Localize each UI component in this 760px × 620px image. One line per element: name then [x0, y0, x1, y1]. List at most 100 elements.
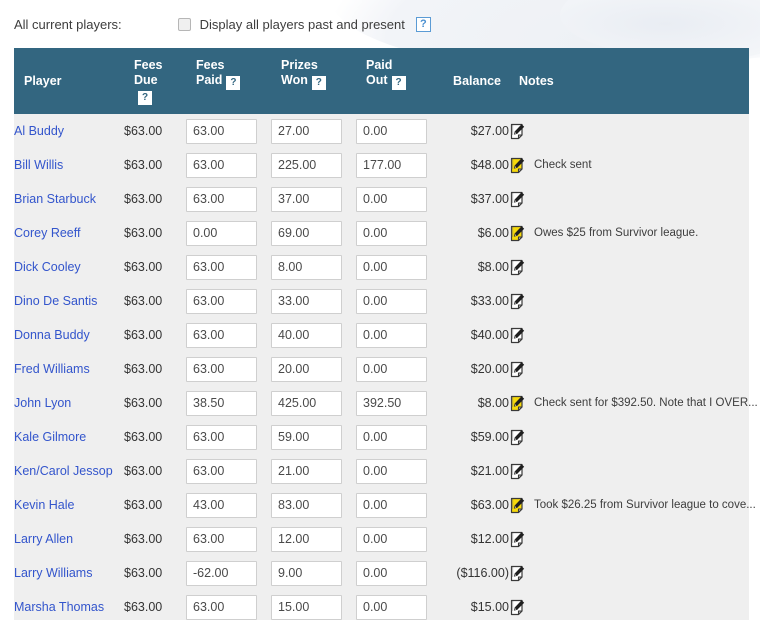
column-header-balance[interactable]: Balance — [441, 48, 509, 114]
note-empty-icon[interactable] — [509, 599, 526, 616]
paid-out-input[interactable] — [356, 152, 427, 178]
help-question-icon[interactable]: ? — [391, 76, 406, 90]
note-empty-icon[interactable] — [509, 327, 526, 344]
player-link[interactable]: Kevin Hale — [14, 498, 74, 512]
paid-out-input[interactable] — [356, 220, 427, 246]
table-row: Al Buddy $63.00 $27.00 — [14, 114, 749, 148]
note-empty-icon[interactable] — [509, 293, 526, 310]
paid-out-input[interactable] — [356, 118, 427, 144]
help-question-icon[interactable]: ? — [226, 76, 241, 90]
note-empty-icon[interactable] — [509, 429, 526, 446]
note-filled-icon[interactable] — [509, 395, 526, 412]
fees-paid-input[interactable] — [186, 560, 257, 586]
paid-out-input[interactable] — [356, 254, 427, 280]
note-filled-icon[interactable] — [509, 225, 526, 242]
paid-out-cell — [356, 148, 441, 182]
note-filled-icon[interactable] — [509, 497, 526, 514]
fees-paid-input[interactable] — [186, 390, 257, 416]
player-link[interactable]: Larry Allen — [14, 532, 73, 546]
paid-out-input[interactable] — [356, 186, 427, 212]
fees-paid-input[interactable] — [186, 424, 257, 450]
note-empty-icon[interactable] — [509, 259, 526, 276]
balance-value: $40.00 — [441, 318, 509, 352]
paid-out-input[interactable] — [356, 390, 427, 416]
prizes-won-input[interactable] — [271, 220, 342, 246]
fees-paid-input[interactable] — [186, 220, 257, 246]
prizes-won-input[interactable] — [271, 594, 342, 620]
prizes-won-input[interactable] — [271, 254, 342, 280]
fees-paid-input[interactable] — [186, 458, 257, 484]
player-cell: Larry Williams — [14, 556, 124, 590]
paid-out-input[interactable] — [356, 458, 427, 484]
prizes-won-input[interactable] — [271, 560, 342, 586]
note-empty-icon[interactable] — [509, 463, 526, 480]
player-link[interactable]: Marsha Thomas — [14, 600, 104, 614]
paid-out-input[interactable] — [356, 526, 427, 552]
player-link[interactable]: Donna Buddy — [14, 328, 90, 342]
fees-paid-input[interactable] — [186, 594, 257, 620]
note-filled-icon[interactable] — [509, 157, 526, 174]
fees-paid-input[interactable] — [186, 152, 257, 178]
prizes-won-cell — [271, 522, 356, 556]
fees-paid-input[interactable] — [186, 118, 257, 144]
paid-out-input[interactable] — [356, 492, 427, 518]
paid-out-input[interactable] — [356, 424, 427, 450]
player-link[interactable]: Dino De Santis — [14, 294, 97, 308]
player-link[interactable]: Al Buddy — [14, 124, 64, 138]
fees-paid-input[interactable] — [186, 322, 257, 348]
player-link[interactable]: Kale Gilmore — [14, 430, 86, 444]
player-link[interactable]: Corey Reeff — [14, 226, 80, 240]
fees-paid-input[interactable] — [186, 254, 257, 280]
prizes-won-input[interactable] — [271, 458, 342, 484]
player-link[interactable]: Fred Williams — [14, 362, 90, 376]
prizes-won-cell — [271, 454, 356, 488]
column-header-notes[interactable]: Notes — [509, 48, 749, 114]
player-link[interactable]: John Lyon — [14, 396, 71, 410]
fees-paid-input[interactable] — [186, 186, 257, 212]
player-cell: Kevin Hale — [14, 488, 124, 522]
fees-paid-input[interactable] — [186, 356, 257, 382]
prizes-won-input[interactable] — [271, 322, 342, 348]
paid-out-input[interactable] — [356, 594, 427, 620]
column-header-line2: Paid? — [196, 73, 271, 90]
fees-paid-input[interactable] — [186, 288, 257, 314]
prizes-won-input[interactable] — [271, 424, 342, 450]
help-question-icon[interactable]: ? — [311, 76, 326, 90]
note-empty-icon[interactable] — [509, 361, 526, 378]
note-empty-icon[interactable] — [509, 191, 526, 208]
player-link[interactable]: Dick Cooley — [14, 260, 81, 274]
note-empty-icon[interactable] — [509, 123, 526, 140]
note-empty-icon[interactable] — [509, 565, 526, 582]
player-link[interactable]: Ken/Carol Jessop — [14, 464, 113, 478]
prizes-won-input[interactable] — [271, 152, 342, 178]
prizes-won-input[interactable] — [271, 492, 342, 518]
player-link[interactable]: Larry Williams — [14, 566, 92, 580]
fees-paid-cell — [186, 318, 271, 352]
note-empty-icon[interactable] — [509, 531, 526, 548]
player-cell: Kale Gilmore — [14, 420, 124, 454]
column-header-fees_paid[interactable]: Fees Paid? — [186, 48, 271, 114]
fees-paid-input[interactable] — [186, 492, 257, 518]
balance-value: $33.00 — [441, 284, 509, 318]
player-cell: Marsha Thomas — [14, 590, 124, 620]
fees-due-value: $63.00 — [124, 590, 186, 620]
column-header-player[interactable]: Player — [14, 48, 124, 114]
player-link[interactable]: Bill Willis — [14, 158, 63, 172]
prizes-won-input[interactable] — [271, 526, 342, 552]
prizes-won-input[interactable] — [271, 356, 342, 382]
prizes-won-input[interactable] — [271, 118, 342, 144]
paid-out-input[interactable] — [356, 322, 427, 348]
player-link[interactable]: Brian Starbuck — [14, 192, 96, 206]
help-question-icon[interactable]: ? — [138, 91, 152, 105]
paid-out-input[interactable] — [356, 288, 427, 314]
column-header-prizes_won[interactable]: Prizes Won? — [271, 48, 356, 114]
column-header-paid_out[interactable]: Paid Out? — [356, 48, 441, 114]
prizes-won-input[interactable] — [271, 288, 342, 314]
paid-out-input[interactable] — [356, 560, 427, 586]
fees-paid-input[interactable] — [186, 526, 257, 552]
paid-out-input[interactable] — [356, 356, 427, 382]
prizes-won-input[interactable] — [271, 186, 342, 212]
column-header-line1: Fees — [134, 58, 163, 72]
column-header-fees_due[interactable]: Fees Due? — [124, 48, 186, 114]
prizes-won-input[interactable] — [271, 390, 342, 416]
